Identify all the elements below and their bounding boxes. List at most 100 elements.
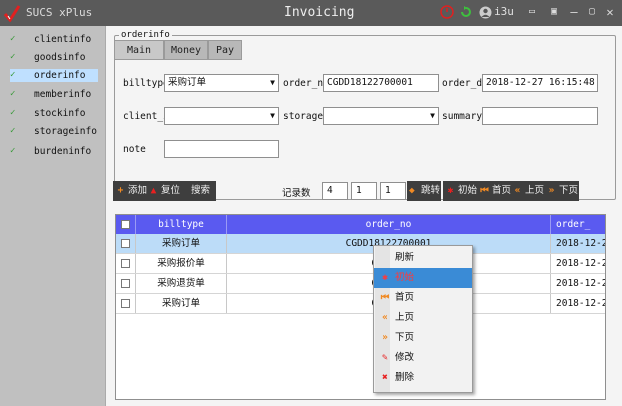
check-icon: ✓ — [10, 70, 16, 80]
col-order-date[interactable]: order_ — [551, 215, 605, 234]
client-select[interactable]: ▼ — [164, 107, 279, 125]
minimize-icon[interactable]: — — [568, 4, 580, 20]
chevron-down-icon: ▼ — [430, 111, 435, 120]
billtype-select[interactable]: 采购订单 ▼ — [164, 74, 279, 92]
menu-item-refresh[interactable]: 刷新 — [374, 248, 472, 268]
table-row[interactable]: 采购退货单 CGTHD1 2018-12-27 — [116, 274, 605, 294]
add-button[interactable]: + 添加 — [115, 181, 147, 201]
billtype-label: billtype — [123, 78, 169, 89]
note-input[interactable] — [164, 140, 279, 158]
action-toolbar: + 添加 ▲ 复位 搜索 — [113, 181, 216, 201]
close-window-icon[interactable]: ✕ — [604, 4, 616, 20]
jump-button[interactable]: ◆ 跳转 — [407, 181, 441, 201]
sidebar-item-orderinfo[interactable]: ✓ orderinfo — [10, 69, 98, 82]
select-all-checkbox[interactable] — [116, 215, 136, 234]
title-bar: SUCS xPlus Invoicing i3u ▭ ▣ — ▢ ✕ — [0, 0, 622, 26]
user-icon[interactable] — [479, 6, 492, 19]
tab-money[interactable]: Money — [164, 40, 208, 60]
prev-page-icon: « — [382, 312, 388, 323]
checkbox-icon — [121, 299, 130, 308]
reset-icon: ▲ — [150, 185, 157, 196]
plus-icon: + — [117, 185, 124, 196]
menu-item-edit[interactable]: ✎ 修改 — [374, 348, 472, 368]
delete-icon: ✖ — [382, 372, 388, 383]
menu-item-first[interactable]: ✱ 初始 — [374, 268, 472, 288]
page-input[interactable]: 1 — [351, 182, 377, 200]
chevron-down-icon: ▼ — [270, 111, 275, 120]
cell-order-date: 2018-12-27 — [551, 234, 605, 253]
window-title: Invoicing — [284, 5, 355, 20]
first-page-icon: ⏮ — [380, 292, 390, 303]
check-icon: ✓ — [10, 126, 16, 136]
menu-item-prev-page[interactable]: «上页 — [374, 308, 472, 328]
next-page-icon: » — [382, 332, 388, 343]
check-icon: ✓ — [10, 89, 16, 99]
checkbox-icon — [121, 220, 130, 229]
summary-input[interactable] — [482, 107, 598, 125]
sidebar-item-stockinfo[interactable]: ✓ stockinfo — [10, 107, 98, 120]
sidebar: ✓ clientinfo ✓ goodsinfo ✓ orderinfo ✓ membe… — [0, 26, 105, 406]
checkbox-icon — [121, 279, 130, 288]
table-row[interactable]: 采购订单 CGDD18 2018-12-27 — [116, 294, 605, 314]
tab-main[interactable]: Main — [114, 40, 164, 60]
sidebar-item-memberinfo[interactable]: ✓ memberinfo — [10, 88, 98, 101]
search-button[interactable]: 搜索 — [191, 181, 210, 201]
row-checkbox[interactable] — [116, 254, 136, 273]
prev-page-icon: « — [514, 185, 521, 196]
sidebar-item-clientinfo[interactable]: ✓ clientinfo — [10, 33, 98, 46]
check-icon: ✓ — [10, 34, 16, 44]
sidebar-item-goodsinfo[interactable]: ✓ goodsinfo — [10, 51, 98, 64]
next-page-button[interactable]: » 下页 — [546, 181, 578, 201]
red-check-logo — [3, 5, 21, 22]
jump-icon: ◆ — [409, 185, 415, 196]
tab-pay[interactable]: Pay — [208, 40, 242, 60]
storage-select[interactable]: ▼ — [323, 107, 439, 125]
check-icon: ✓ — [10, 52, 16, 62]
summary-label: summary — [442, 111, 483, 122]
power-icon[interactable] — [440, 5, 454, 19]
row-checkbox[interactable] — [116, 294, 136, 313]
col-billtype[interactable]: billtype — [136, 215, 227, 234]
cell-order-date: 2018-12-27 — [551, 274, 605, 293]
table-row[interactable]: 采购报价单 CGBJD1 2018-12-27 — [116, 254, 605, 274]
chevron-down-icon: ▼ — [270, 78, 275, 87]
pager-toolbar: ✱ 初始 ⏮ 首页 «上页 » 下页 — [443, 181, 579, 201]
restore-window-icon[interactable]: ▢ — [586, 4, 598, 20]
order-no-label: order_no — [283, 78, 329, 89]
order-no-input[interactable]: CGDD18122700001 — [323, 74, 439, 92]
cell-billtype: 采购报价单 — [136, 254, 227, 273]
check-icon: ✓ — [10, 146, 16, 156]
minimize-window-icon[interactable]: ▭ — [526, 4, 538, 20]
checkbox-icon — [121, 239, 130, 248]
row-checkbox[interactable] — [116, 234, 136, 253]
sidebar-item-storageinfo[interactable]: ✓ storageinfo — [10, 125, 98, 138]
screen-icon[interactable]: ▣ — [548, 4, 560, 20]
user-name[interactable]: i3u — [494, 4, 514, 20]
checkbox-icon — [121, 259, 130, 268]
order-date-input[interactable]: 2018-12-27 16:15:48 — [482, 74, 598, 92]
first-button[interactable]: ✱ 初始 — [445, 181, 477, 201]
cell-billtype: 采购订单 — [136, 294, 227, 313]
refresh-icon[interactable] — [459, 5, 473, 19]
col-order-no[interactable]: order_no — [227, 215, 551, 234]
cell-order-date: 2018-12-27 — [551, 294, 605, 313]
prev-page-button[interactable]: «上页 — [512, 181, 544, 201]
first-page-icon: ⏮ — [480, 185, 489, 196]
cell-order-date: 2018-12-27 — [551, 254, 605, 273]
edit-icon: ✎ — [382, 352, 388, 363]
order-grid: billtype order_no order_ 采购订单 CGDD181227… — [115, 214, 606, 400]
total-pages-field[interactable]: 1 — [380, 182, 406, 200]
menu-item-home-page[interactable]: ⏮ 首页 — [374, 288, 472, 308]
next-page-icon: » — [548, 185, 555, 196]
cell-billtype: 采购订单 — [136, 234, 227, 253]
reset-button[interactable]: ▲ 复位 — [148, 181, 180, 201]
home-page-button[interactable]: ⏮ 首页 — [479, 181, 511, 201]
cell-billtype: 采购退货单 — [136, 274, 227, 293]
check-icon: ✓ — [10, 108, 16, 118]
row-checkbox[interactable] — [116, 274, 136, 293]
menu-item-delete[interactable]: ✖ 删除 — [374, 368, 472, 388]
sidebar-item-burdeninfo[interactable]: ✓ burdeninfo — [10, 145, 98, 158]
record-count-field[interactable]: 4 — [322, 182, 348, 200]
table-row[interactable]: 采购订单 CGDD18122700001 2018-12-27 — [116, 234, 605, 254]
menu-item-next-page[interactable]: » 下页 — [374, 328, 472, 348]
